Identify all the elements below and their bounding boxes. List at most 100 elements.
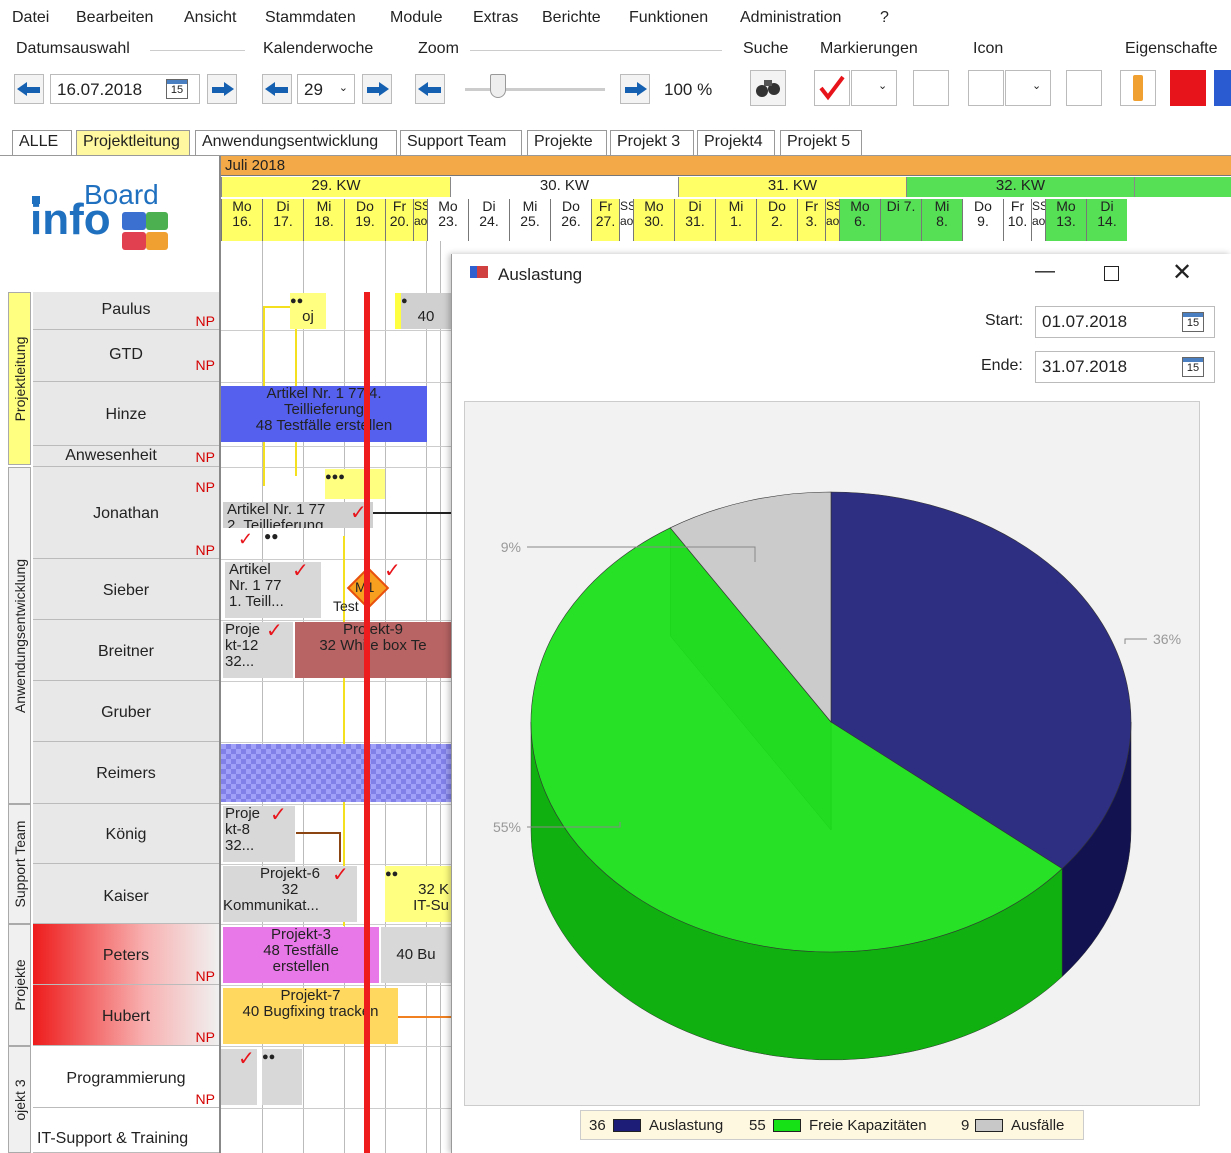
group-anwendungsentwicklung[interactable]: Anwendungsentwicklung <box>8 467 31 804</box>
row-programmierung[interactable]: Programmierung NP <box>33 1046 219 1108</box>
row-divider <box>221 742 461 743</box>
red-color-button[interactable] <box>1170 70 1206 106</box>
task-label: Teillieferung <box>283 401 365 418</box>
menu-bearbeiten[interactable]: Bearbeiten <box>76 9 153 27</box>
task-bar[interactable]: ●●● <box>325 469 385 499</box>
row-kaiser[interactable]: Kaiser <box>33 864 219 924</box>
day-header: SS ao <box>619 199 636 241</box>
icon-dropdown[interactable]: ⌄ <box>1005 70 1051 106</box>
icon-button[interactable] <box>968 70 1004 106</box>
row-hinze[interactable]: Hinze <box>33 382 219 446</box>
tab-projekt-5[interactable]: Projekt 5 <box>780 130 862 155</box>
task-bar-breitner-b[interactable]: Projekt-9 32 White box Te <box>295 622 451 678</box>
marker-empty-button[interactable] <box>913 70 949 106</box>
prev-week-button[interactable] <box>262 74 292 104</box>
day-name: Do <box>974 198 992 214</box>
group-support-team[interactable]: Support Team <box>8 804 31 924</box>
menu-berichte[interactable]: Berichte <box>542 9 601 27</box>
datumsauswahl-label: Datumsauswahl <box>16 40 130 57</box>
task-bar[interactable]: ●● <box>262 1049 302 1105</box>
marker-dropdown[interactable]: ⌄ <box>851 70 897 106</box>
zoom-slider-track[interactable] <box>465 88 605 91</box>
menu-funktionen[interactable]: Funktionen <box>629 9 708 27</box>
chart-legend: 36 Auslastung 55 Freie Kapazitäten 9 Aus… <box>580 1110 1084 1140</box>
zoom-in-button[interactable] <box>620 74 650 104</box>
day-name: Fr <box>1010 198 1025 214</box>
chevron-down-icon: ⌄ <box>1032 80 1042 92</box>
menu-help[interactable]: ? <box>880 9 889 27</box>
close-button[interactable]: ✕ <box>1172 258 1192 287</box>
calendar-icon[interactable]: 15 <box>1182 357 1204 377</box>
row-gruber[interactable]: Gruber <box>33 681 219 742</box>
dialog-titlebar[interactable]: Auslastung — ✕ <box>452 254 1231 294</box>
task-bar[interactable]: ●● oj <box>290 293 326 329</box>
tab-anwendungsentwicklung[interactable]: Anwendungsentwicklung <box>195 130 397 155</box>
eigenschaften-label: Eigenschafte <box>1125 40 1218 57</box>
task-bar-peters[interactable]: Projekt-3 48 Testfälle erstellen <box>223 927 379 983</box>
row-label: Paulus <box>101 301 151 318</box>
maximize-button[interactable] <box>1104 266 1119 281</box>
prev-date-button[interactable] <box>14 74 44 104</box>
day-number: 2. <box>771 213 783 229</box>
row-paulus[interactable]: Paulus NP <box>33 292 219 330</box>
warning-button[interactable] <box>1120 70 1156 106</box>
row-anwesenheit[interactable]: Anwesenheit NP <box>33 446 219 467</box>
absence-block-reimers[interactable] <box>221 744 451 802</box>
row-sieber[interactable]: Sieber <box>33 559 219 620</box>
minimize-button[interactable]: — <box>1035 260 1055 283</box>
row-reimers[interactable]: Reimers <box>33 742 219 804</box>
task-bar-peters-b[interactable]: 40 Bu <box>381 927 451 983</box>
tab-support-team[interactable]: Support Team <box>400 130 522 155</box>
row-label: Programmierung <box>66 1070 186 1087</box>
row-label: Peters <box>102 947 150 964</box>
menu-stammdaten[interactable]: Stammdaten <box>265 9 356 27</box>
menu-administration[interactable]: Administration <box>740 9 841 27</box>
pie-label-freie-kapazit-ten: 55% <box>493 819 521 835</box>
legend-item-frei: 55 Freie Kapazitäten <box>749 1117 927 1134</box>
tab-alle[interactable]: ALLE <box>12 130 72 155</box>
day-number: 6. <box>854 213 866 229</box>
zoom-slider-thumb[interactable] <box>490 74 506 98</box>
blue-color-button[interactable] <box>1214 70 1231 106</box>
menu-module[interactable]: Module <box>390 9 442 27</box>
next-date-button[interactable] <box>207 74 237 104</box>
task-bar-kaiser-b[interactable]: ●● 32 K IT-Su <box>385 866 451 922</box>
task-bar-hubert[interactable]: Projekt-7 40 Bugfixing tracken <box>223 988 398 1044</box>
week-select[interactable]: 29 ⌄ <box>297 74 355 104</box>
menu-extras[interactable]: Extras <box>473 9 518 27</box>
day-name: Di <box>276 198 290 214</box>
row-hubert[interactable]: Hubert NP <box>33 985 219 1046</box>
row-label: Sieber <box>102 582 150 599</box>
check-marker-button[interactable] <box>814 70 850 106</box>
task-bar[interactable]: ● 40 <box>395 293 451 329</box>
group-projekt-3[interactable]: ojekt 3 <box>8 1046 31 1153</box>
zoom-out-button[interactable] <box>415 74 445 104</box>
next-week-button[interactable] <box>362 74 392 104</box>
tab-projekte[interactable]: Projekte <box>527 130 607 155</box>
tab-projekt4[interactable]: Projekt4 <box>697 130 775 155</box>
calendar-icon[interactable]: 15 <box>1182 312 1204 332</box>
chart-area: 36% 55% 9% <box>464 401 1200 1106</box>
menu-ansicht[interactable]: Ansicht <box>184 9 236 27</box>
row-it-support[interactable]: IT-Support & Training <box>33 1108 219 1153</box>
end-date-value: 31.07.2018 <box>1042 357 1128 376</box>
row-peters[interactable]: Peters NP <box>33 924 219 985</box>
icon-empty-button[interactable] <box>1066 70 1102 106</box>
row-breitner[interactable]: Breitner <box>33 620 219 681</box>
group-projekte[interactable]: Projekte <box>8 924 31 1046</box>
day-number: 17. <box>273 213 293 229</box>
menu-datei[interactable]: Datei <box>12 9 49 27</box>
group-projektleitung[interactable]: Projektleitung <box>8 292 31 465</box>
calendar-icon[interactable]: 15 <box>166 79 188 99</box>
search-button[interactable] <box>750 70 786 106</box>
task-bar-hinze[interactable]: Artikel Nr. 1 77 4. Teillieferung 48 Tes… <box>221 386 427 442</box>
tab-projektleitung[interactable]: Projektleitung <box>76 130 190 155</box>
pie-label-line <box>1124 638 1147 644</box>
row-koenig[interactable]: König <box>33 804 219 864</box>
tab-projekt-3[interactable]: Projekt 3 <box>610 130 694 155</box>
arrow-right-icon <box>637 82 647 96</box>
legend-swatch <box>975 1119 1003 1132</box>
row-gtd[interactable]: GTD NP <box>33 330 219 382</box>
row-jonathan[interactable]: NP Jonathan NP <box>33 467 219 559</box>
day-number: 14. <box>1097 213 1117 229</box>
